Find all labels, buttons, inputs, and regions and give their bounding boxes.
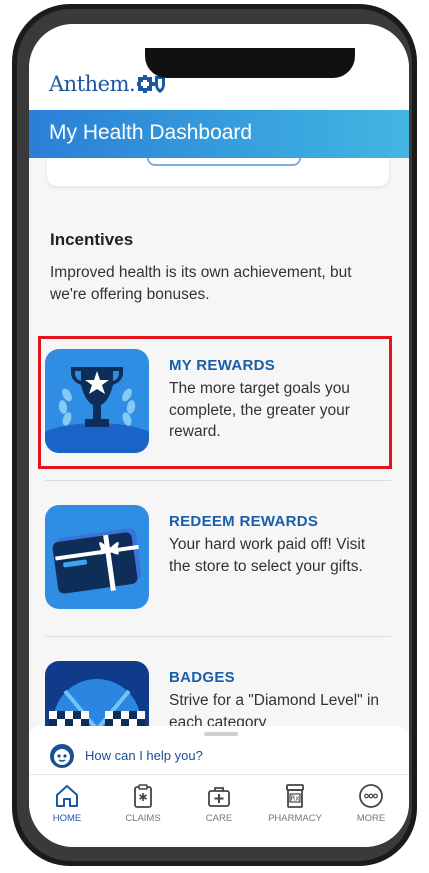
chat-assistant-icon: [49, 743, 75, 769]
gift-card-icon: [45, 505, 149, 609]
home-icon: [56, 785, 78, 807]
tab-pharmacy-label: PHARMACY: [268, 813, 322, 824]
page-title: My Health Dashboard: [49, 121, 253, 144]
assistant-bar[interactable]: How can I help you?: [29, 726, 409, 774]
divider: [45, 636, 391, 637]
redeem-rewards-title: REDEEM REWARDS: [169, 513, 319, 530]
highlight-box: [38, 336, 392, 469]
previous-card-button[interactable]: [147, 158, 301, 166]
phone-notch: [145, 48, 355, 78]
tab-claims[interactable]: CLAIMS: [105, 783, 181, 824]
svg-text:Rx: Rx: [290, 795, 299, 803]
more-icon: [359, 784, 383, 808]
app-screen: Anthem. My Health Dashboard Incentives I…: [29, 24, 409, 847]
divider: [45, 480, 391, 481]
tab-home[interactable]: HOME: [29, 783, 105, 824]
tab-more-label: MORE: [356, 813, 386, 824]
tab-claims-label: CLAIMS: [125, 813, 161, 824]
medical-bag-icon: [208, 787, 230, 807]
badges-title: BADGES: [169, 669, 235, 686]
redeem-rewards-description: Your hard work paid off! Visit the store…: [169, 536, 366, 575]
incentives-title: Incentives: [50, 230, 134, 249]
tab-care[interactable]: CARE: [181, 783, 257, 824]
tab-pharmacy[interactable]: Rx PHARMACY: [257, 783, 333, 824]
bottom-tab-bar: HOME CLAIMS CARE Rx PHARMACY MORE: [29, 774, 409, 847]
tab-care-label: CARE: [205, 813, 233, 824]
assistant-prompt: How can I help you?: [85, 748, 203, 763]
drag-handle[interactable]: [204, 732, 238, 736]
redeem-rewards-item[interactable]: REDEEM REWARDS Your hard work paid off! …: [45, 505, 395, 611]
incentives-description: Improved health is its own achievement, …: [50, 264, 352, 303]
prescription-bottle-icon: Rx: [286, 784, 304, 808]
tab-more[interactable]: MORE: [333, 783, 409, 824]
clipboard-icon: [134, 784, 152, 808]
tab-home-label: HOME: [52, 813, 82, 824]
previous-card: [47, 158, 389, 186]
brand-name: Anthem.: [49, 72, 136, 96]
dashboard-header: My Health Dashboard: [29, 110, 409, 158]
anthem-logo: Anthem.: [49, 72, 167, 96]
